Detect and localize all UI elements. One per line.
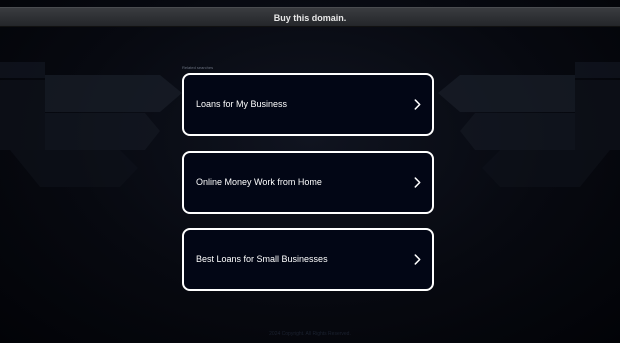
related-search-label[interactable]: Best Loans for Small Businesses [196,230,328,289]
chevron-right-icon [414,99,421,110]
related-search-item[interactable]: Best Loans for Small Businesses [182,228,434,291]
parked-domain-page: Buy this domain. Related searches Loans … [0,0,620,343]
chevron-right-icon [414,254,421,265]
chevron-right-icon [414,177,421,188]
related-search-item[interactable]: Online Money Work from Home [182,151,434,214]
buy-domain-link[interactable]: Buy this domain. [274,13,347,23]
footer-copyright: 2024 Copyright. All Rights Reserved. [269,331,351,337]
related-searches-heading: Related searches [182,65,214,70]
buy-domain-banner[interactable]: Buy this domain. [0,7,620,27]
related-search-label[interactable]: Online Money Work from Home [196,153,322,212]
related-search-label[interactable]: Loans for My Business [196,75,287,134]
related-search-item[interactable]: Loans for My Business [182,73,434,136]
